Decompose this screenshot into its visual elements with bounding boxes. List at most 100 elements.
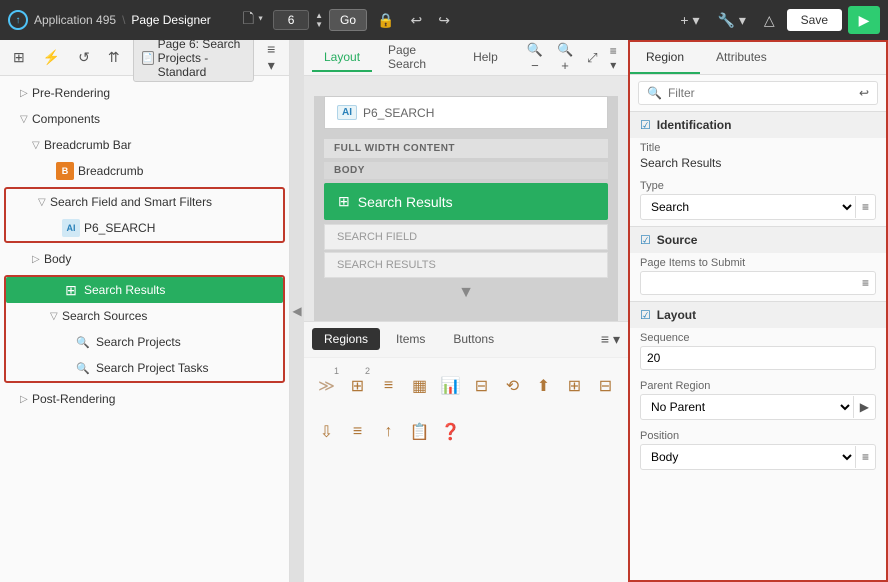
icon-cell-5[interactable]: ⊟ [467, 364, 496, 408]
tree-item-body[interactable]: ▷ Body [0, 246, 289, 272]
icon-cell-2[interactable]: ≡ [374, 364, 403, 408]
type-menu-button[interactable]: ≡ [855, 196, 875, 218]
expand-icon: ▷ [32, 254, 44, 265]
section-toggle-icon: ☑ [640, 233, 651, 247]
app-title: Application 495 [34, 13, 116, 27]
grid-view-button[interactable]: ⊞ [8, 46, 30, 69]
icon-cell-0[interactable]: ≫1 [312, 364, 341, 408]
icon-cell-7[interactable]: ⬆ [529, 364, 558, 408]
search-results-canvas-block[interactable]: ⊞ Search Results [324, 183, 608, 220]
tab-help[interactable]: Help [461, 44, 510, 72]
icon-cell-10[interactable]: ⇩ [312, 410, 341, 454]
layout-section-title: Layout [657, 308, 696, 322]
identification-section-header[interactable]: ☑ Identification [630, 112, 886, 138]
position-select[interactable]: Body [641, 445, 855, 469]
title-label: Title [640, 142, 876, 154]
bottom-tab-buttons[interactable]: Buttons [441, 328, 506, 350]
tree-label: Components [32, 112, 100, 126]
section-toggle-icon: ☑ [640, 308, 651, 322]
refresh-button[interactable]: ↺ [73, 46, 95, 69]
icon-cell-1[interactable]: ⊞2 [343, 364, 372, 408]
search-results-placeholder: SEARCH RESULTS [324, 252, 608, 278]
tab-layout[interactable]: Layout [312, 44, 372, 72]
bottom-tab-regions[interactable]: Regions [312, 328, 380, 350]
icon-cell-13[interactable]: 📋 [405, 410, 434, 454]
save-button[interactable]: Save [787, 9, 842, 31]
type-select[interactable]: Search [641, 195, 855, 219]
shared-button[interactable]: ⇈ [103, 46, 125, 69]
zoom-in-button[interactable]: 🔍+ [552, 40, 578, 76]
shared-components-button[interactable]: △ [758, 8, 781, 33]
tab-page-search[interactable]: Page Search [376, 40, 457, 79]
search-field-box: ▽ Search Field and Smart Filters AI P6_S… [4, 187, 285, 243]
icon-cell-14[interactable]: ❓ [436, 410, 465, 454]
tree-item-search-field[interactable]: ▽ Search Field and Smart Filters [6, 189, 283, 215]
search-icon: 🔍 [74, 359, 92, 377]
tree-item-pre-rendering[interactable]: ▷ Pre-Rendering [0, 80, 289, 106]
right-tab-attributes[interactable]: Attributes [700, 42, 783, 74]
run-button[interactable]: ▶ [848, 6, 880, 34]
filter-input[interactable] [668, 86, 853, 100]
parent-region-select[interactable]: No Parent [641, 395, 853, 419]
tree-label: Pre-Rendering [32, 86, 110, 100]
region-icon: ⊞ [62, 281, 80, 299]
tree-item-search-project-tasks[interactable]: 🔍 Search Project Tasks [6, 355, 283, 381]
section-toggle-icon: ☑ [640, 118, 651, 132]
position-input[interactable]: Body ≡ [640, 444, 876, 470]
icon-cell-4[interactable]: 📊 [436, 364, 465, 408]
redo-button[interactable]: ↪ [432, 8, 456, 33]
tree-item-breadcrumb[interactable]: B Breadcrumb [0, 158, 289, 184]
tree-label: Search Sources [62, 309, 147, 323]
tree-item-breadcrumb-bar[interactable]: ▽ Breadcrumb Bar [0, 132, 289, 158]
icon-cell-8[interactable]: ⊞ [560, 364, 589, 408]
tree-item-search-projects[interactable]: 🔍 Search Projects [6, 329, 283, 355]
new-page-button[interactable]: 🗋 ▾ [237, 4, 269, 36]
parent-region-arrow-button[interactable]: ▶ [853, 396, 875, 418]
tree-item-p6-search[interactable]: AI P6_SEARCH [6, 215, 283, 241]
icon-cell-11[interactable]: ≡ [343, 410, 372, 454]
source-section-header[interactable]: ☑ Source [630, 227, 886, 253]
parent-region-input[interactable]: No Parent ▶ [640, 394, 876, 420]
icon-cell-3[interactable]: ▦ [405, 364, 434, 408]
layout-section-header[interactable]: ☑ Layout [630, 302, 886, 328]
component-tree: ▷ Pre-Rendering ▽ Components ▽ Breadcrum… [0, 76, 289, 582]
source-section: ☑ Source Page Items to Submit ≡ [630, 226, 886, 301]
right-filter-bar: 🔍 ↩ [638, 81, 878, 105]
page-items-menu-button[interactable]: ≡ [862, 276, 869, 290]
center-panel: Layout Page Search Help 🔍− 🔍+ ⤢ ≡ ▾ AI P… [304, 40, 628, 582]
page-number-stepper[interactable]: ▲ ▼ [313, 10, 325, 31]
tree-label: Search Field and Smart Filters [50, 195, 212, 209]
icon-cell-9[interactable]: ⊟ [591, 364, 620, 408]
left-panel-toolbar: ⊞ ⚡ ↺ ⇈ 📄 Page 6: Search Projects - Stan… [0, 40, 289, 76]
canvas-area: AI P6_SEARCH FULL WIDTH CONTENT BODY ⊞ S… [304, 76, 628, 321]
lock-button[interactable]: 🔒 [371, 8, 400, 33]
type-input[interactable]: Search ≡ [640, 194, 876, 220]
zoom-out-button[interactable]: 🔍− [522, 40, 548, 76]
expand-button[interactable]: ⤢ [582, 47, 602, 69]
icon-cell-6[interactable]: ⟲ [498, 364, 527, 408]
left-divider[interactable]: ◀ [290, 40, 304, 582]
filter-arrow-button[interactable]: ↩ [859, 86, 869, 100]
page-number-input[interactable] [273, 10, 309, 30]
bottom-tab-menu-button[interactable]: ≡ ▾ [601, 331, 620, 348]
undo-button[interactable]: ↩ [405, 8, 429, 33]
canvas-menu-button[interactable]: ≡ ▾ [607, 44, 620, 72]
page-items-textarea[interactable]: ≡ [640, 271, 876, 295]
tree-item-components[interactable]: ▽ Components [0, 106, 289, 132]
tree-item-search-results[interactable]: ⊞ Search Results [6, 277, 283, 303]
sequence-input[interactable] [640, 346, 876, 370]
bottom-tab-items[interactable]: Items [384, 328, 437, 350]
expand-icon: ▷ [20, 394, 32, 405]
lightning-button[interactable]: ⚡ [38, 46, 65, 69]
right-tabs: Region Attributes [630, 42, 886, 75]
icon-cell-12[interactable]: ↑ [374, 410, 403, 454]
tools-button[interactable]: 🔧 ▾ [712, 8, 752, 33]
title-value: Search Results [640, 156, 876, 170]
add-button[interactable]: + ▾ [674, 8, 705, 33]
tree-item-search-sources[interactable]: ▽ Search Sources [6, 303, 283, 329]
position-menu-button[interactable]: ≡ [855, 446, 875, 468]
tree-menu-button[interactable]: ≡ ▾ [262, 40, 282, 77]
go-button[interactable]: Go [329, 9, 367, 31]
right-tab-region[interactable]: Region [630, 42, 700, 74]
tree-item-post-rendering[interactable]: ▷ Post-Rendering [0, 386, 289, 412]
